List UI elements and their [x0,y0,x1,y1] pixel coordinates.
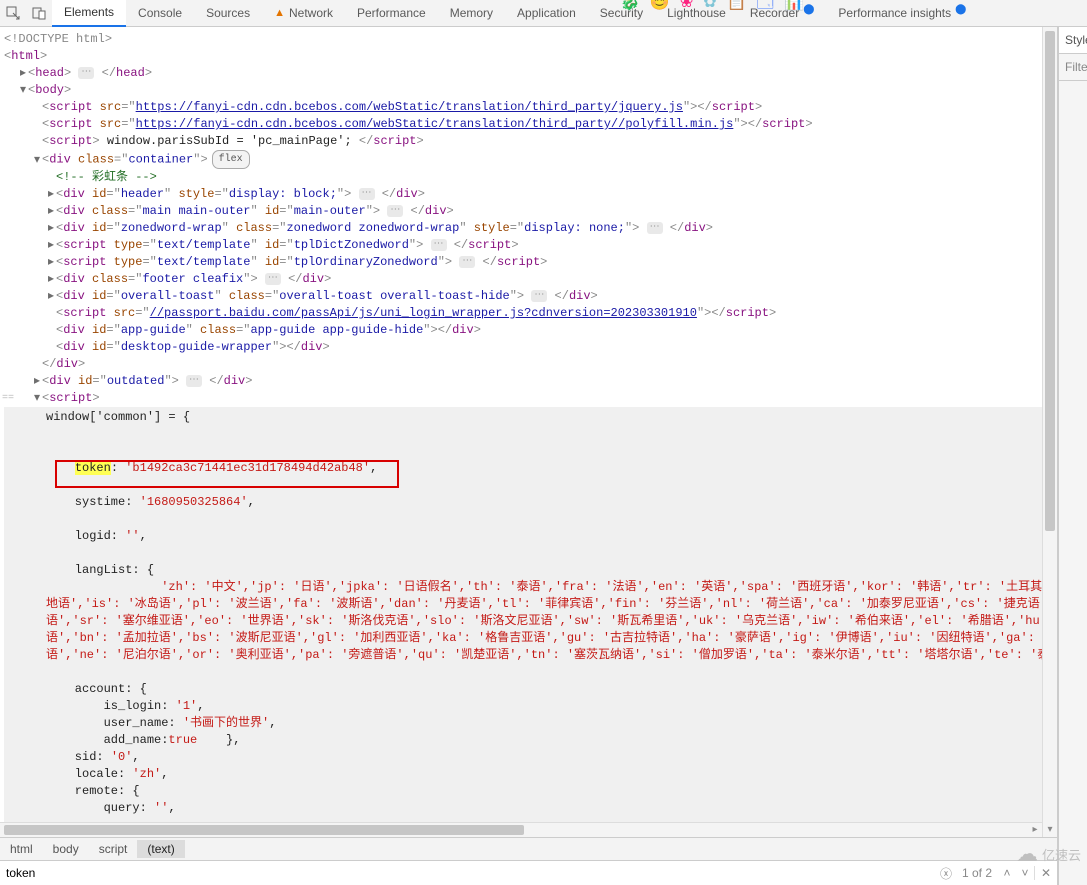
tab-elements[interactable]: Elements [52,0,126,27]
ellipsis-icon[interactable]: ⋯ [186,375,202,387]
ellipsis-icon[interactable]: ⋯ [387,205,403,217]
script-src-link[interactable]: https://fanyi-cdn.cdn.bcebos.com/webStat… [136,100,683,114]
tab-network[interactable]: ▲Network [262,0,345,26]
search-highlight: token [75,461,111,475]
ellipsis-icon[interactable]: ⋯ [265,273,281,285]
search-input[interactable] [0,866,936,880]
breadcrumb: html body script (text) [0,837,1057,860]
expand-toggle[interactable]: ▸ [46,254,56,271]
tab-recorder[interactable]: Recorder⬤ [738,0,827,26]
dom-tree[interactable]: <!DOCTYPE html> <html> ▸<head> ⋯ </head>… [0,27,1042,822]
expand-toggle[interactable]: ▸ [46,288,56,305]
search-count: 1 of 2 [956,866,998,880]
styles-filter[interactable]: Filte [1059,54,1087,81]
beta-dot-icon: ⬤ [803,4,814,15]
ellipsis-icon[interactable]: ⋯ [531,290,547,302]
expand-toggle[interactable]: ▸ [32,373,42,390]
tab-security[interactable]: Security [588,0,655,26]
expand-toggle[interactable]: ▸ [46,237,56,254]
expand-toggle[interactable]: ▾ [18,82,28,99]
selected-node-marker: == [2,390,14,407]
tab-console[interactable]: Console [126,0,194,26]
crumb-text[interactable]: (text) [137,840,184,858]
styles-tab[interactable]: Style [1059,27,1087,54]
beta-dot-icon: ⬤ [955,4,966,15]
inspect-icon[interactable] [0,0,26,26]
scroll-thumb[interactable] [4,825,524,835]
search-bar: ⓧ 1 of 2 ˄ ˅ ✕ [0,860,1057,885]
script-text-content: window['common'] = { token: 'b1492ca3c71… [4,407,1042,822]
search-next-icon[interactable]: ˅ [1016,866,1034,880]
close-search-icon[interactable]: ✕ [1034,866,1057,880]
ellipsis-icon[interactable]: ⋯ [78,67,94,79]
expand-toggle[interactable]: ▾ [32,390,42,407]
vertical-scrollbar[interactable]: ▴ ▾ [1042,27,1057,837]
tab-memory[interactable]: Memory [438,0,505,26]
expand-toggle[interactable]: ▸ [46,220,56,237]
crumb-body[interactable]: body [43,840,89,858]
ellipsis-icon[interactable]: ⋯ [431,239,447,251]
clear-search-icon[interactable]: ⓧ [936,865,956,882]
flex-badge[interactable]: flex [212,150,250,169]
scroll-down-icon[interactable]: ▾ [1043,823,1057,837]
warning-dot-icon: ▲ [274,7,285,19]
expand-toggle[interactable]: ▸ [18,65,28,82]
expand-toggle[interactable]: ▾ [32,152,42,169]
scroll-right-icon[interactable]: ▸ [1028,823,1042,837]
tab-sources[interactable]: Sources [194,0,262,26]
expand-toggle[interactable]: ▸ [46,203,56,220]
scroll-thumb[interactable] [1045,31,1055,531]
comment-node: <!-- 彩虹条 --> [56,170,157,184]
tab-performance[interactable]: Performance [345,0,438,26]
script-src-link[interactable]: //passport.baidu.com/passApi/js/uni_logi… [150,306,697,320]
horizontal-scrollbar[interactable]: ◂ ▸ [0,822,1042,837]
device-toggle-icon[interactable] [26,0,52,26]
crumb-script[interactable]: script [89,840,138,858]
ellipsis-icon[interactable]: ⋯ [647,222,663,234]
script-src-link[interactable]: https://fanyi-cdn.cdn.bcebos.com/webStat… [136,117,734,131]
tab-lighthouse[interactable]: Lighthouse [655,0,738,26]
ellipsis-icon[interactable]: ⋯ [459,256,475,268]
doctype-node: <!DOCTYPE html> [4,32,112,46]
tab-application[interactable]: Application [505,0,588,26]
ellipsis-icon[interactable]: ⋯ [359,188,375,200]
devtools-tabbar: Elements Console Sources ▲Network Perfor… [0,0,1087,27]
search-prev-icon[interactable]: ˄ [998,866,1016,880]
crumb-html[interactable]: html [0,840,43,858]
expand-toggle[interactable]: ▸ [46,186,56,203]
styles-sidebar: Style Filte [1058,27,1087,885]
tab-performance-insights[interactable]: Performance insights⬤ [826,0,978,26]
expand-toggle[interactable]: ▸ [46,271,56,288]
